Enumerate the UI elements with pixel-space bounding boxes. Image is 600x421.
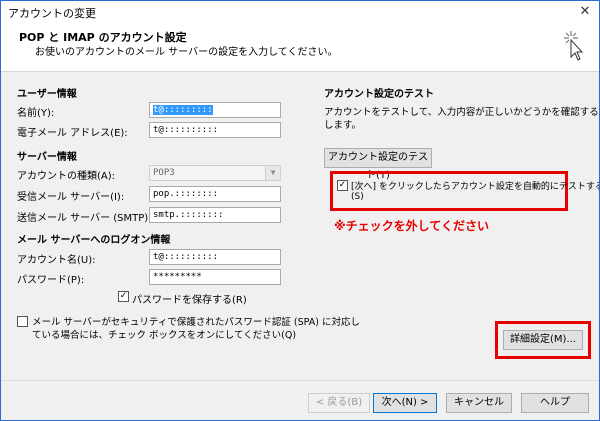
- sparkle-cursor-icon: [564, 31, 584, 61]
- password-field[interactable]: *********: [149, 269, 281, 285]
- name-label: 名前(Y):: [17, 108, 55, 119]
- footer-divider: [1, 380, 599, 381]
- outgoing-server-field[interactable]: smtp.::::::::: [149, 207, 281, 223]
- close-icon[interactable]: ✕: [571, 1, 599, 23]
- email-field[interactable]: t@::::::::::: [149, 122, 281, 138]
- next-button[interactable]: 次へ(N) >: [373, 393, 437, 413]
- remember-password-checkbox[interactable]: ✓: [118, 291, 129, 302]
- test-description-line1: アカウントをテストして、入力内容が正しいかどうかを確認することをお勧め: [324, 107, 599, 118]
- uncheck-warning-text: ※チェックを外してください: [334, 219, 489, 233]
- account-type-select: POP3 ▼: [149, 165, 281, 181]
- account-settings-dialog: アカウントの変更 ✕ POP と IMAP のアカウント設定 お使いのアカウント…: [0, 0, 600, 421]
- incoming-server-field[interactable]: pop.::::::::: [149, 186, 281, 202]
- more-settings-button[interactable]: 詳細設定(M)...: [503, 330, 583, 350]
- spa-checkbox[interactable]: [17, 316, 28, 327]
- back-button[interactable]: < 戻る(B): [308, 393, 370, 413]
- auto-test-label-line2: (S): [351, 192, 364, 202]
- help-button[interactable]: ヘルプ: [521, 393, 589, 413]
- test-heading: アカウント設定のテスト: [324, 89, 434, 100]
- title-bar: アカウントの変更 ✕: [1, 1, 599, 23]
- server-info-heading: サーバー情報: [17, 152, 77, 163]
- remember-password-label: パスワードを保存する(R): [132, 295, 247, 306]
- cancel-button[interactable]: キャンセル: [446, 393, 512, 413]
- email-label: 電子メール アドレス(E):: [17, 128, 128, 139]
- auto-test-checkbox[interactable]: ✓: [337, 180, 348, 191]
- password-label: パスワード(P):: [17, 275, 85, 286]
- name-field[interactable]: t@:::::::::: [149, 102, 281, 118]
- auto-test-label-line1: [次へ] をクリックしたらアカウント設定を自動的にテストする: [351, 182, 600, 192]
- incoming-server-label: 受信メール サーバー(I):: [17, 192, 125, 203]
- test-description-line2: します。: [324, 120, 362, 131]
- dialog-header: POP と IMAP のアカウント設定 お使いのアカウントのメール サーバーの設…: [1, 23, 599, 72]
- spa-label-line2: ている場合には、チェック ボックスをオンにしてください(Q): [32, 330, 297, 341]
- account-name-label: アカウント名(U):: [17, 255, 96, 266]
- account-type-label: アカウントの種類(A):: [17, 171, 116, 182]
- header-subtitle: お使いのアカウントのメール サーバーの設定を入力してください。: [35, 47, 338, 58]
- window-title: アカウントの変更: [8, 7, 96, 20]
- logon-info-heading: メール サーバーへのログオン情報: [17, 235, 171, 246]
- chevron-down-icon: ▼: [265, 166, 280, 180]
- user-info-heading: ユーザー情報: [17, 89, 77, 100]
- account-type-value: POP3: [153, 168, 175, 178]
- account-name-field[interactable]: t@::::::::::: [149, 249, 281, 265]
- spa-label-line1: メール サーバーがセキュリティで保護されたパスワード認証 (SPA) に対応し: [32, 317, 360, 328]
- outgoing-server-label: 送信メール サーバー (SMTP)(O):: [17, 213, 168, 224]
- test-account-button[interactable]: アカウント設定のテスト(T): [324, 148, 432, 181]
